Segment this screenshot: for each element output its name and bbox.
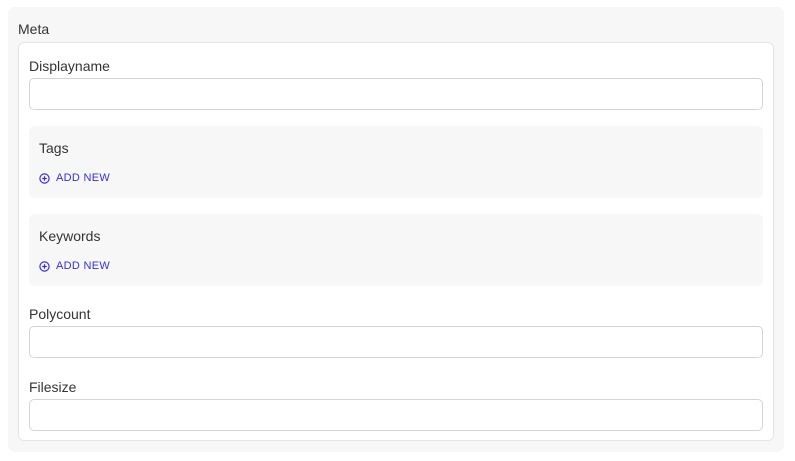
section-title: Meta [18,21,50,37]
plus-circle-icon [39,260,50,272]
filesize-label: Filesize [29,379,77,395]
displayname-input[interactable] [29,78,763,110]
polycount-input[interactable] [29,326,763,358]
keywords-add-new-label: ADD NEW [56,260,111,272]
filesize-input[interactable] [29,399,763,431]
tags-group: Tags ADD NEW [29,126,763,198]
tags-label: Tags [39,140,69,156]
keywords-label: Keywords [39,228,101,244]
plus-circle-icon [39,172,50,184]
keywords-group: Keywords ADD NEW [29,214,763,286]
meta-form: Displayname Tags ADD NEW Keywords ADD NE… [18,42,774,441]
meta-section: Meta Displayname Tags ADD NEW Keywords A… [8,7,784,452]
tags-add-new-label: ADD NEW [56,172,111,184]
polycount-label: Polycount [29,306,91,322]
displayname-label: Displayname [29,58,110,74]
keywords-add-new-button[interactable]: ADD NEW [39,260,110,272]
tags-add-new-button[interactable]: ADD NEW [39,172,110,184]
